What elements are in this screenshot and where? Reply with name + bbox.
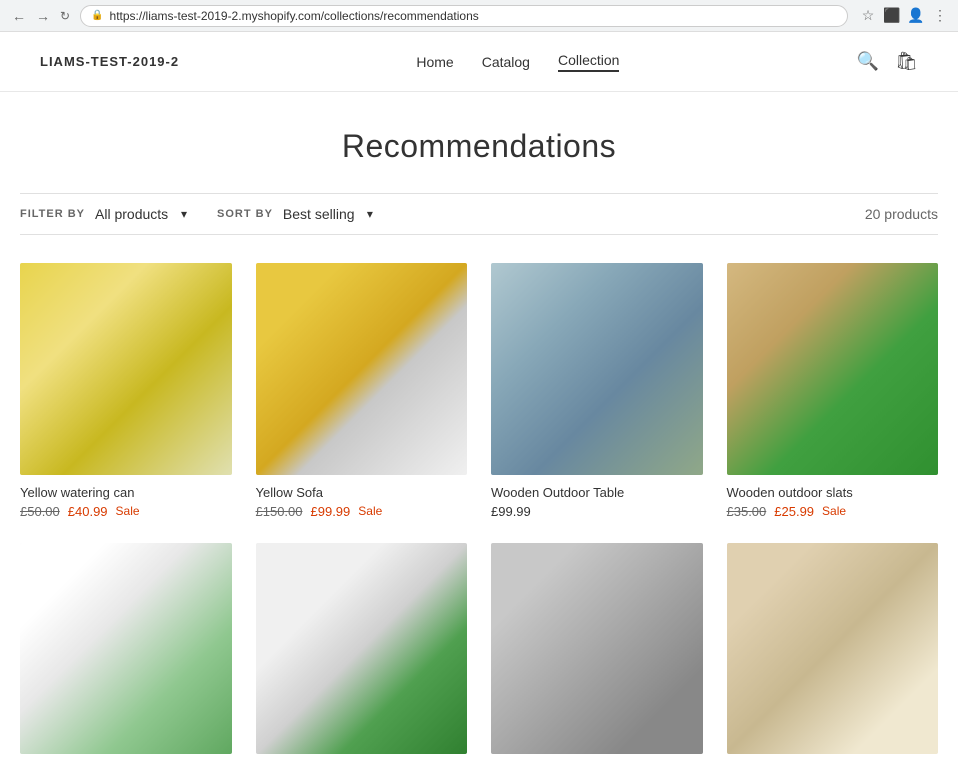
star-icon[interactable]: ☆ [858,6,878,26]
price-original: £35.00 [727,504,767,519]
product-name: Yellow Sofa [256,485,468,500]
filter-select[interactable]: All products [95,206,187,222]
product-name: Yellow watering can [20,485,232,500]
sort-by-label: SORT BY [217,208,273,220]
nav-home[interactable]: Home [416,54,453,70]
product-name: Wooden Outdoor Table [491,485,703,500]
price-original: £50.00 [20,504,60,519]
nav-catalog[interactable]: Catalog [482,54,530,70]
url-text: https://liams-test-2019-2.myshopify.com/… [110,9,479,23]
product-image-wrapper [20,263,232,475]
product-image-yellow-watering-can [20,263,232,475]
price-original: £150.00 [256,504,303,519]
product-image-house-fence [20,543,232,755]
site-nav: Home Catalog Collection [416,52,619,72]
cart-icon[interactable]: 🛍 [895,51,918,72]
site-header: LIAMS-TEST-2019-2 Home Catalog Collectio… [0,32,958,92]
sale-badge: Sale [822,504,846,518]
search-icon[interactable]: 🔍 [857,51,879,72]
product-image-wrapper [256,263,468,475]
product-pricing: £99.99 [491,504,703,519]
product-image-bedroom [491,543,703,755]
filter-by-label: FILTER BY [20,208,85,220]
product-image-wrapper [20,543,232,755]
back-button[interactable]: ← [8,6,30,26]
product-image-wooden-outdoor-table [491,263,703,475]
product-card[interactable] [256,543,468,764]
product-card[interactable] [727,543,939,764]
product-image-wrapper [256,543,468,755]
browser-nav-arrows[interactable]: ← → ↻ [8,6,74,26]
price-regular: £99.99 [491,504,531,519]
page-content: Recommendations FILTER BY All products S… [0,128,958,764]
product-image-wrapper [491,263,703,475]
product-card[interactable]: Wooden Outdoor Table £99.99 [491,263,703,519]
sort-select-wrapper[interactable]: Best selling [283,206,373,222]
sale-badge: Sale [116,504,140,518]
product-card[interactable]: Wooden outdoor slats £35.00 £25.99 Sale [727,263,939,519]
product-name: Wooden outdoor slats [727,485,939,500]
forward-button[interactable]: → [32,6,54,26]
price-sale: £25.99 [774,504,814,519]
address-bar[interactable]: 🔒 https://liams-test-2019-2.myshopify.co… [80,5,848,27]
product-card[interactable]: Yellow watering can £50.00 £40.99 Sale [20,263,232,519]
product-image-wooden-outdoor-slats [727,263,939,475]
nav-collection[interactable]: Collection [558,52,619,72]
product-image-wrapper [491,543,703,755]
browser-chrome: ← → ↻ 🔒 https://liams-test-2019-2.myshop… [0,0,958,32]
sale-badge: Sale [358,504,382,518]
product-image-wrapper [727,543,939,755]
product-pricing: £50.00 £40.99 Sale [20,504,232,519]
product-image-living-room [727,543,939,755]
product-card[interactable] [491,543,703,764]
product-image-plant-pot [256,543,468,755]
filter-bar: FILTER BY All products SORT BY Best sell… [20,193,938,235]
site-logo[interactable]: LIAMS-TEST-2019-2 [40,54,179,69]
products-count: 20 products [865,206,938,222]
reload-button[interactable]: ↻ [56,6,74,26]
browser-toolbar-icons: ☆ ⬛ 👤 ⋮ [858,6,950,26]
header-icons: 🔍 🛍 [857,51,918,72]
product-image-wrapper [727,263,939,475]
product-grid: Yellow watering can£50.00£40.99SaleYello… [20,263,938,764]
filter-select-wrapper[interactable]: All products [95,206,187,222]
filter-group: FILTER BY All products SORT BY Best sell… [20,206,373,222]
product-card[interactable]: Yellow Sofa £150.00 £99.99 Sale [256,263,468,519]
product-image-yellow-sofa [256,263,468,475]
page-title: Recommendations [20,128,938,165]
extensions-icon[interactable]: ⬛ [882,6,902,26]
product-pricing: £150.00 £99.99 Sale [256,504,468,519]
menu-icon[interactable]: ⋮ [930,6,950,26]
price-sale: £99.99 [311,504,351,519]
price-sale: £40.99 [68,504,108,519]
profile-icon[interactable]: 👤 [906,6,926,26]
lock-icon: 🔒 [91,10,103,21]
product-card[interactable] [20,543,232,764]
product-pricing: £35.00 £25.99 Sale [727,504,939,519]
sort-select[interactable]: Best selling [283,206,373,222]
